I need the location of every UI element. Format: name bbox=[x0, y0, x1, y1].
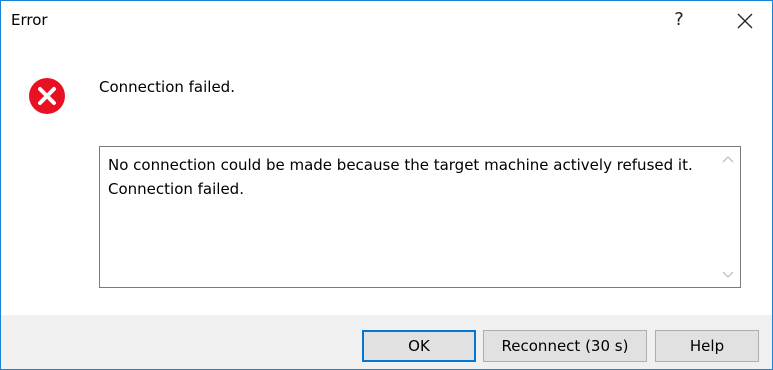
details-textbox[interactable]: No connection could be made because the … bbox=[99, 146, 741, 288]
error-dialog: Error ? Connection failed. No connection… bbox=[0, 0, 773, 370]
scroll-up-icon[interactable] bbox=[722, 155, 734, 165]
help-button[interactable]: Help bbox=[655, 330, 759, 362]
title-bar: Error ? bbox=[1, 1, 772, 41]
close-icon bbox=[737, 13, 753, 29]
button-bar: OK Reconnect (30 s) Help bbox=[1, 315, 772, 369]
details-line: No connection could be made because the … bbox=[108, 156, 693, 174]
scroll-down-icon[interactable] bbox=[722, 269, 734, 279]
window-title: Error bbox=[11, 11, 48, 29]
close-button[interactable] bbox=[725, 3, 765, 37]
error-headline: Connection failed. bbox=[99, 78, 235, 96]
help-title-button[interactable]: ? bbox=[661, 3, 697, 37]
details-line: Connection failed. bbox=[108, 180, 244, 198]
details-text: No connection could be made because the … bbox=[108, 153, 718, 201]
ok-button[interactable]: OK bbox=[362, 330, 476, 362]
error-icon bbox=[29, 78, 65, 114]
reconnect-button[interactable]: Reconnect (30 s) bbox=[483, 330, 647, 362]
